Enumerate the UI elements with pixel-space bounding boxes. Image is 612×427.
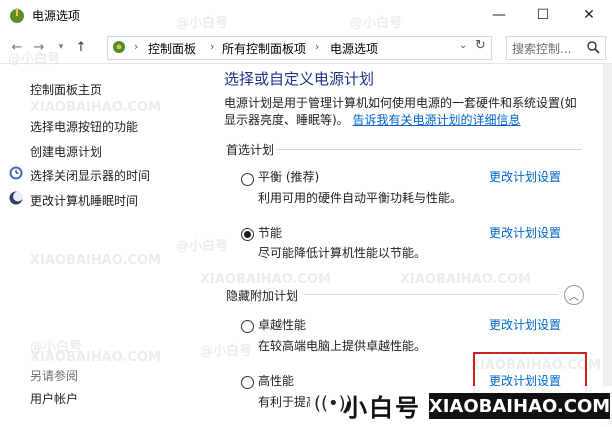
sidebar-item-create-plan[interactable]: 创建电源计划 [30,143,102,160]
close-icon: ✕ [583,7,595,23]
sleep-moon-icon [9,191,23,205]
refresh-icon[interactable]: ↻ [475,38,486,53]
change-plan-settings-balanced[interactable]: 更改计划设置 [489,168,561,185]
plan-name-high-performance[interactable]: 高性能 [258,372,294,389]
minimize-button[interactable]: — [476,0,522,30]
plan-name-ultimate[interactable]: 卓越性能 [258,316,306,333]
plan-radio-high-performance[interactable] [241,376,254,389]
collapse-hidden-plans-button[interactable]: ︿ [564,285,584,305]
banner-logo-text: 小白号 [343,394,421,422]
see-also-user-accounts[interactable]: 用户帐户 [30,390,78,407]
watermark-text: XIAOBAIHAO.COM [200,272,331,287]
banner-domain: XIAOBAIHAO.COM [429,393,610,419]
plan-desc-ultimate: 在较高端电脑上提供卓越性能。 [258,339,427,353]
watermark-text: @小白号 [176,239,229,254]
hidden-plans-heading: 隐藏附加计划 [226,289,299,303]
preferred-plans-heading: 首选计划 [226,143,275,157]
maximize-button[interactable]: ☐ [520,0,566,30]
sidebar-item-display-off[interactable]: 选择关闭显示器的时间 [30,167,150,184]
display-clock-icon [9,166,23,180]
power-options-icon [10,8,24,23]
breadcrumb-separator-icon: › [134,40,139,53]
watermark-text: XIAOBAIHAO.COM [30,253,161,268]
plan-radio-ultimate[interactable] [241,320,254,333]
control-panel-icon [113,41,125,53]
page-title: 选择或自定义电源计划 [224,70,375,88]
power-plan-help-link[interactable]: 告诉我有关电源计划的详细信息 [353,113,521,127]
sidebar-item-sleep-time[interactable]: 更改计算机睡眠时间 [30,192,138,209]
window-title: 电源选项 [32,9,81,23]
divider [304,294,558,295]
plan-radio-power-saver[interactable] [241,228,254,241]
close-button[interactable]: ✕ [566,0,612,30]
see-also-heading: 另请参阅 [30,369,79,383]
sidebar-item-power-button[interactable]: 选择电源按钮的功能 [30,118,138,135]
watermark-text: @小白号 [200,344,253,359]
page-description: 电源计划是用于管理计算机如何使用电源的一套硬件和系统设置(如显示器亮度、睡眠等)… [224,95,584,129]
sidebar-item-control-panel-home[interactable]: 控制面板主页 [30,81,102,98]
search-icon[interactable] [586,40,600,54]
maximize-icon: ☐ [536,7,550,23]
watermark-text: @小白号 [8,52,61,67]
watermark-text: XIAOBAIHAO.COM [30,350,161,365]
plan-radio-balanced[interactable] [241,173,254,186]
address-dropdown-icon[interactable]: ⌄ [459,40,467,51]
watermark-text: XIAOBAIHAO.COM [30,100,161,115]
minimize-icon: — [492,7,506,23]
plan-desc-high-performance: 有利于提高 [258,395,319,409]
breadcrumb-separator-icon: › [315,40,320,53]
plan-desc-balanced: 利用可用的硬件自动平衡功耗与性能。 [258,191,463,205]
change-plan-settings-ultimate[interactable]: 更改计划设置 [489,316,561,333]
up-button[interactable]: ↑ [72,37,90,57]
watermark-text: XIAOBAIHAO.COM [400,272,531,287]
plan-name-power-saver[interactable]: 节能 [258,224,282,241]
arrow-up-icon: ↑ [75,39,87,55]
breadcrumb-control-panel[interactable]: 控制面板 [148,40,196,57]
breadcrumb-separator-icon: › [210,40,215,53]
chevron-up-icon: ︿ [569,291,579,303]
scrollbar[interactable] [603,64,612,427]
plan-name-balanced[interactable]: 平衡 (推荐) [258,168,319,185]
plan-desc-power-saver: 尽可能降低计算机性能以节能。 [258,246,427,260]
search-placeholder: 搜索控制... [512,42,572,56]
breadcrumb-power-options[interactable]: 电源选项 [330,40,378,57]
watermark-text: @小白号 [350,16,403,31]
divider [276,149,582,150]
watermark-text: @小白号 [176,16,229,31]
change-plan-settings-power-saver[interactable]: 更改计划设置 [489,224,561,241]
breadcrumb-all-items[interactable]: 所有控制面板项 [222,40,306,57]
